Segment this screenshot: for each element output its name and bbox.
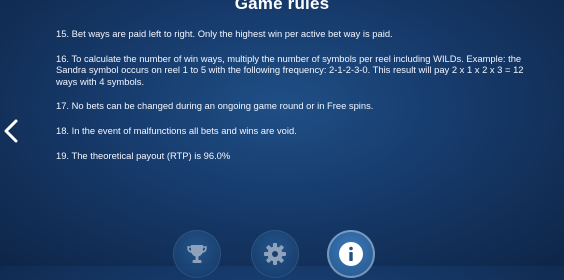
settings-button[interactable]: [251, 230, 299, 278]
rule-17: 17. No bets can be changed during an ong…: [56, 100, 374, 112]
gear-icon: [264, 243, 286, 265]
rule-15: 15. Bet ways are paid left to right. Onl…: [56, 28, 393, 39]
rule-16: 16. To calculate the number of win ways,…: [56, 52, 524, 87]
rules-list: 15. Bet ways are paid left to right. Onl…: [56, 28, 526, 174]
page-title: Game rules: [234, 0, 330, 13]
rule-18: 18. In the event of malfunctions all bet…: [56, 124, 297, 136]
info-icon: [339, 242, 363, 266]
info-button[interactable]: [327, 230, 375, 278]
trophy-icon: [187, 245, 207, 263]
chevron-left-icon: [4, 119, 18, 143]
footer-toolbar: [0, 230, 564, 280]
previous-page-button[interactable]: [2, 118, 22, 144]
trophy-button[interactable]: [173, 230, 221, 278]
rule-19: 19. The theoretical payout (RTP) is 96.0…: [56, 149, 231, 161]
